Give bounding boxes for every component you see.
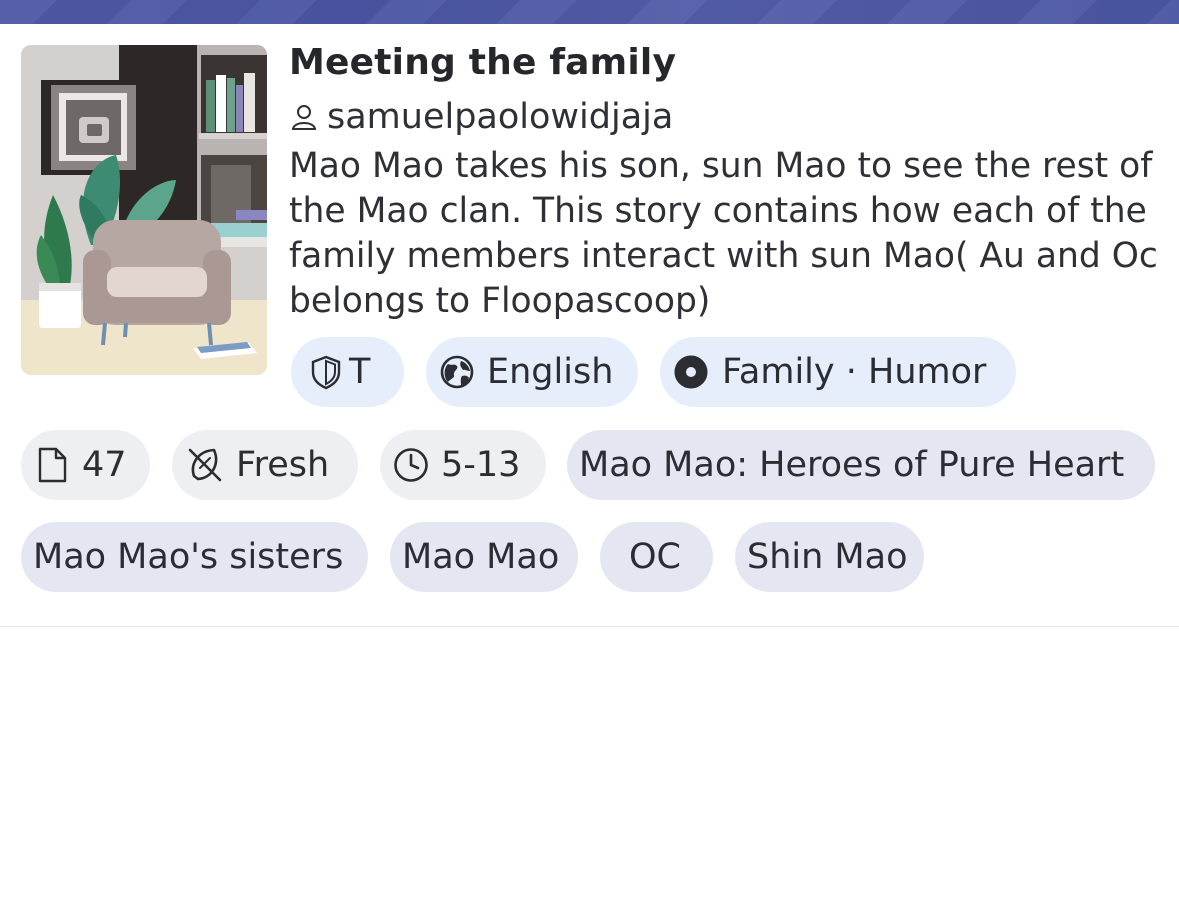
living-room-illustration	[21, 45, 267, 375]
genres-label: Family · Humor	[722, 352, 987, 392]
leaf-icon	[188, 448, 222, 482]
tag-chip[interactable]: Mao Mao's sisters	[21, 522, 368, 592]
lifebuoy-icon	[674, 355, 708, 389]
top-banner	[0, 0, 1179, 24]
chapters-chip[interactable]: 47	[21, 430, 150, 500]
rating-label: T	[349, 352, 371, 392]
genres-chip[interactable]: Family · Humor	[660, 337, 1016, 407]
tag-chip[interactable]: Shin Mao	[735, 522, 924, 592]
story-title[interactable]: Meeting the family	[289, 42, 676, 83]
age-range-label: 5-13	[441, 445, 521, 485]
language-chip[interactable]: English	[426, 337, 638, 407]
status-chip[interactable]: Fresh	[172, 430, 358, 500]
tag-chip[interactable]: Mao Mao: Heroes of Pure Heart	[567, 430, 1155, 500]
user-icon	[291, 105, 317, 130]
language-label: English	[487, 352, 614, 392]
tag-label: Mao Mao's sisters	[33, 537, 344, 577]
tag-chip[interactable]: Mao Mao	[390, 522, 578, 592]
shield-icon	[311, 355, 341, 390]
chapters-count: 47	[82, 445, 127, 485]
tag-label: Mao Mao	[402, 537, 560, 577]
tag-label: Mao Mao: Heroes of Pure Heart	[579, 445, 1125, 485]
tag-label: OC	[629, 537, 681, 577]
status-label: Fresh	[236, 445, 330, 485]
rating-chip[interactable]: T	[291, 337, 404, 407]
story-description: Mao Mao takes his son, sun Mao to see th…	[289, 146, 1158, 321]
author-link[interactable]: samuelpaolowidjaja	[289, 95, 673, 139]
divider	[0, 626, 1179, 627]
clock-icon	[394, 448, 428, 482]
document-icon	[38, 447, 67, 483]
author-name: samuelpaolowidjaja	[327, 97, 674, 137]
tag-label: Shin Mao	[747, 537, 908, 577]
age-range-chip[interactable]: 5-13	[380, 430, 546, 500]
globe-icon	[440, 355, 474, 389]
tag-chip[interactable]: OC	[600, 522, 713, 592]
story-cover-image[interactable]	[21, 45, 267, 375]
